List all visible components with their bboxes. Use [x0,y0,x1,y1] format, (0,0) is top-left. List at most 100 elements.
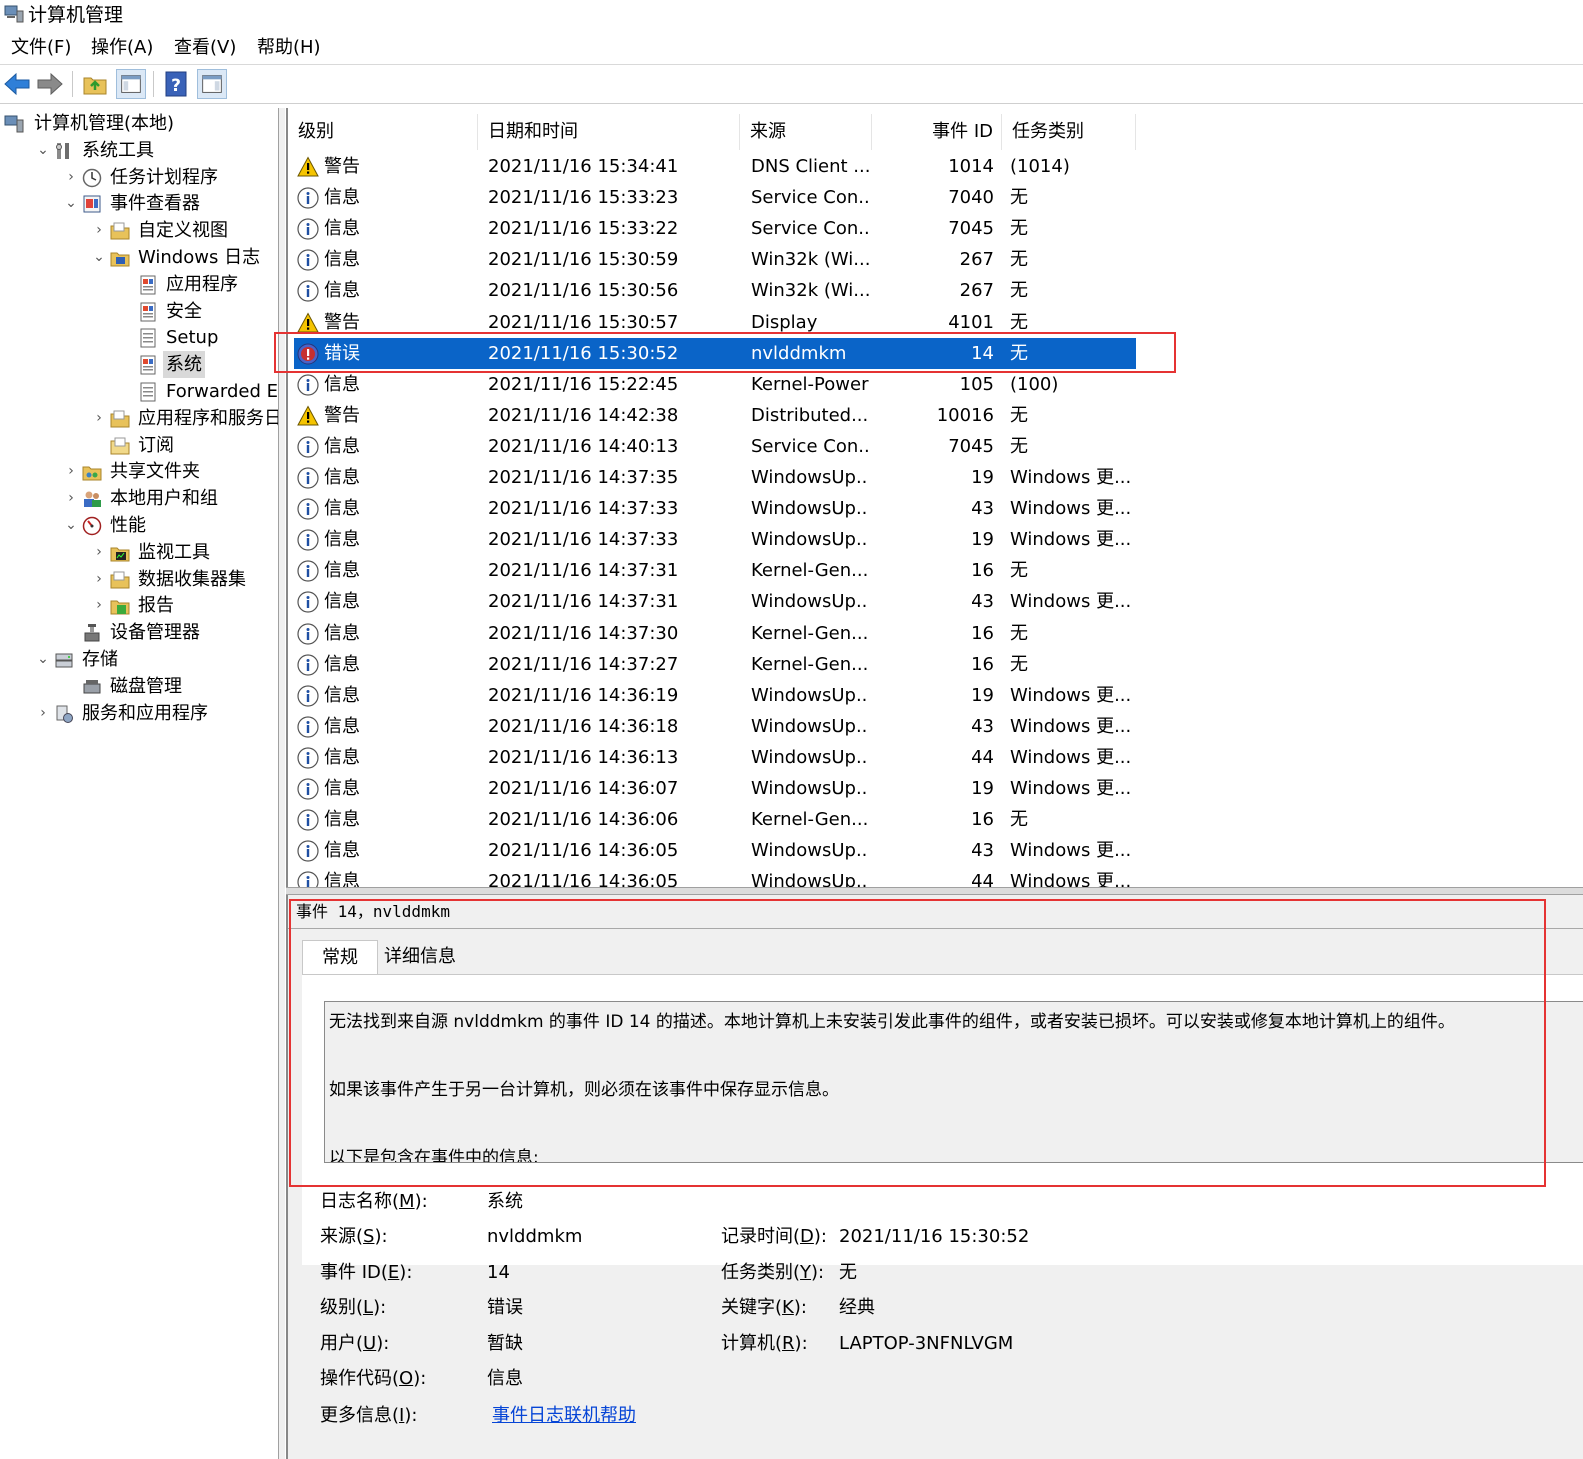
subscription-icon [110,437,130,455]
event-row[interactable]: 信息 2021/11/16 14:37:31 Kernel-Gen... 16 无 [288,555,1583,586]
event-row[interactable]: 信息 2021/11/16 14:37:27 Kernel-Gen... 16 无 [288,649,1583,680]
chevron-down-icon[interactable]: ⌄ [64,512,78,539]
console-tree: 计算机管理(本地) ⌄ 系统工具 › 任务计划程序 ⌄ 事件查看器 › 自定义视图 ⌄ Window… [0,108,279,1459]
prop-keywords-label: 关键字(K): [721,1297,807,1318]
event-row[interactable]: 信息 2021/11/16 14:37:31 WindowsUp... 43 Windo… [288,586,1583,617]
menu-view[interactable]: 查看(V) [174,36,236,60]
event-row[interactable]: 信息 2021/11/16 14:36:07 WindowsUp... 19 Windo… [288,773,1583,804]
no-chevron [64,619,78,646]
disk-icon [83,679,101,694]
event-row[interactable]: 信息 2021/11/16 14:36:19 WindowsUp... 19 Windo… [288,680,1583,711]
event-row[interactable]: 信息 2021/11/16 15:22:45 Kernel-Power 105 (100… [288,369,1583,400]
chevron-right-icon[interactable]: › [92,405,106,432]
event-row[interactable]: 信息 2021/11/16 14:37:35 WindowsUp... 19 Windo… [288,462,1583,493]
event-id: 16 [971,653,994,675]
event-row[interactable]: 信息 2021/11/16 14:36:05 WindowsUp... 43 Windo… [288,835,1583,866]
no-chevron [120,298,134,325]
chevron-down-icon[interactable]: ⌄ [36,646,50,673]
prop-level-label: 级别(L): [320,1297,387,1318]
event-task-category: Windows 更... [1010,746,1132,768]
users-icon [84,491,101,508]
services-icon [56,705,73,723]
clock-icon [82,168,102,187]
column-header-task-category[interactable]: 任务类别 [1002,114,1136,150]
chevron-right-icon[interactable]: › [92,539,106,566]
event-datetime: 2021/11/16 14:37:30 [488,622,679,644]
event-row[interactable]: 信息 2021/11/16 14:37:33 WindowsUp... 43 Windo… [288,493,1583,524]
prop-logged-label: 记录时间(D): [721,1226,827,1247]
event-row[interactable]: 信息 2021/11/16 15:33:23 Service Con... 7040 无 [288,182,1583,213]
event-task-category: 无 [1010,311,1028,333]
warning-icon [297,156,319,177]
event-row[interactable]: 信息 2021/11/16 15:33:22 Service Con... 7045 无 [288,213,1583,244]
chevron-right-icon[interactable]: › [92,592,106,619]
event-source: Distributed... [751,404,869,426]
menu-file[interactable]: 文件(F) [11,36,71,60]
chevron-right-icon[interactable]: › [64,458,78,485]
event-row[interactable]: 信息 2021/11/16 14:40:13 Service Con... 7045 无 [288,431,1583,462]
column-header-event-id[interactable]: 事件 ID [872,114,1002,150]
info-icon [297,871,319,888]
event-row[interactable]: 警告 2021/11/16 15:30:57 Display 4101 无 [288,307,1583,338]
column-header-source[interactable]: 来源 [740,114,872,150]
svg-text:?: ? [171,76,181,96]
chevron-right-icon[interactable]: › [64,485,78,512]
show-console-tree-icon[interactable] [116,69,146,99]
chevron-right-icon[interactable]: › [92,566,106,593]
event-task-category: 无 [1010,218,1028,240]
event-row[interactable]: 信息 2021/11/16 14:37:33 WindowsUp... 19 Windo… [288,524,1583,555]
windows-logs-icon [110,252,130,267]
event-source: WindowsUp... [751,715,869,737]
event-row[interactable]: 错误 2021/11/16 15:30:52 nvlddmkm 14 无 [288,337,1583,369]
event-level: 警告 [324,404,360,426]
menu-help[interactable]: 帮助(H) [257,36,321,60]
info-icon [297,809,319,831]
horizontal-splitter[interactable] [286,887,1583,895]
up-folder-icon[interactable] [80,69,110,99]
info-icon [297,840,319,862]
chevron-down-icon[interactable]: ⌄ [64,190,78,217]
column-header-datetime[interactable]: 日期和时间 [478,114,740,150]
event-row[interactable]: 信息 2021/11/16 14:36:13 WindowsUp... 44 Windo… [288,742,1583,773]
tab-general[interactable]: 常规 [302,940,378,975]
event-id: 16 [971,560,994,582]
back-arrow-icon[interactable] [2,69,32,99]
event-log-online-help-link[interactable]: 事件日志联机帮助 [492,1403,636,1429]
event-id: 43 [971,715,994,737]
event-datetime: 2021/11/16 14:37:31 [488,560,679,582]
event-row[interactable]: 信息 2021/11/16 14:36:18 WindowsUp... 43 Windo… [288,711,1583,742]
event-row[interactable]: 警告 2021/11/16 15:34:41 DNS Client ... 1014 (… [288,151,1583,182]
warning-icon [297,405,319,426]
event-datetime: 2021/11/16 15:34:41 [488,156,679,177]
event-row[interactable]: 信息 2021/11/16 15:30:56 Win32k (Wi... 267 无 [288,275,1583,306]
event-row[interactable]: 信息 2021/11/16 14:37:30 Kernel-Gen... 16 无 [288,618,1583,649]
event-viewer-icon [83,195,101,213]
menu-action[interactable]: 操作(A) [91,36,153,60]
show-action-pane-icon[interactable] [197,69,227,99]
event-datetime: 2021/11/16 14:36:05 [488,871,679,888]
monitor-folder-icon [110,547,130,562]
chevron-down-icon[interactable]: ⌄ [36,137,50,164]
vertical-splitter[interactable] [279,108,285,1459]
help-icon[interactable]: ? [161,69,191,99]
event-description-box[interactable]: 无法找到来自源 nvlddmkm 的事件 ID 14 的描述。本地计算机上未安装… [324,1001,1583,1163]
event-row[interactable]: 信息 2021/11/16 15:30:59 Win32k (Wi... 267 无 [288,244,1583,275]
chevron-down-icon[interactable]: ⌄ [92,244,106,271]
event-id: 19 [971,529,994,551]
event-datetime: 2021/11/16 15:30:56 [488,280,679,302]
event-row[interactable]: 警告 2021/11/16 14:42:38 Distributed... 10016… [288,400,1583,431]
chevron-right-icon[interactable]: › [36,700,50,727]
tab-details[interactable]: 详细信息 [378,940,462,974]
folder-icon [110,410,130,428]
event-row[interactable]: 信息 2021/11/16 14:36:06 Kernel-Gen... 16 无 [288,804,1583,835]
prop-keywords-value: 经典 [839,1297,875,1318]
event-datetime: 2021/11/16 14:37:27 [488,653,679,675]
forward-arrow-icon[interactable] [35,69,65,99]
event-row[interactable]: 信息 2021/11/16 14:36:05 WindowsUp... 44 Windo… [288,866,1583,888]
event-id: 10016 [936,404,994,426]
column-header-level[interactable]: 级别 [288,114,478,150]
info-icon [297,529,319,551]
chevron-right-icon[interactable]: › [92,217,106,244]
info-icon [297,622,319,645]
chevron-right-icon[interactable]: › [64,164,78,191]
